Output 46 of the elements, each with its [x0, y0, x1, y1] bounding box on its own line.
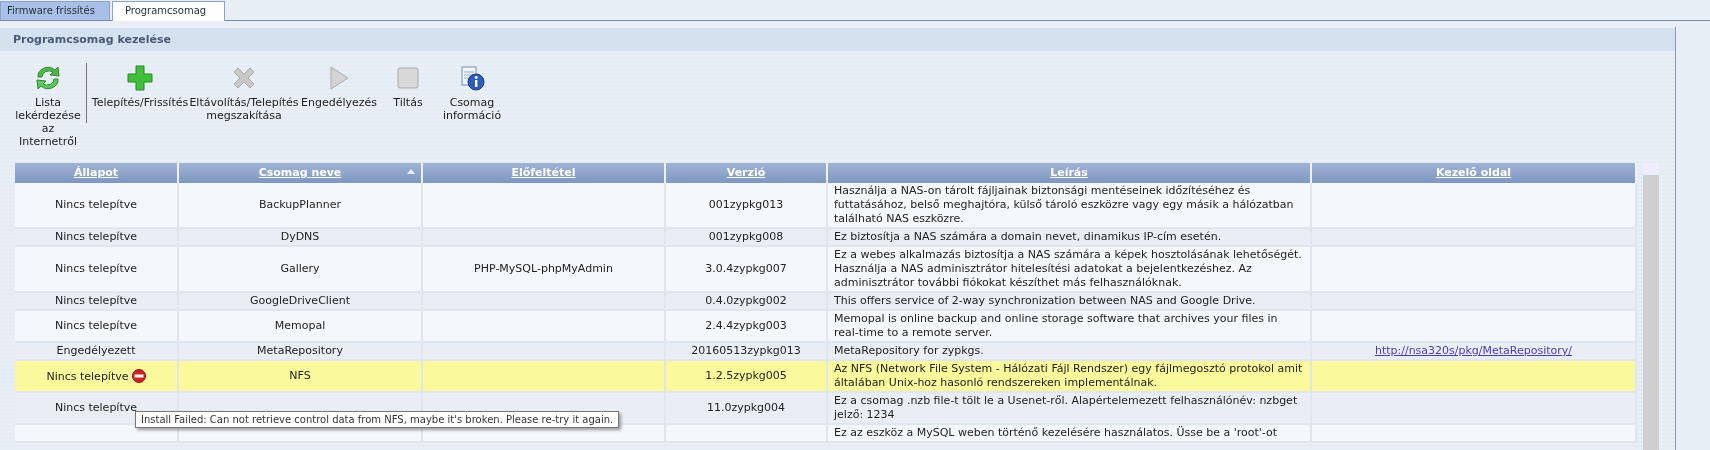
description-cell: MetaRepository for zypkgs.	[834, 344, 984, 357]
info-icon	[458, 64, 486, 92]
version-cell: 3.0.4zypkg007	[705, 262, 787, 275]
error-tooltip: Install Failed: Can not retrieve control data from NFS, maybe it's broken. Please re-try it again.	[135, 411, 620, 428]
description-cell: Az NFS (Network File System - Hálózati Fájl Rendszer) egy fájlmegosztó protokol amit általában Unix-hoz hasonló rendszereken implementálnak.	[834, 362, 1303, 389]
plus-icon	[126, 64, 154, 92]
name-cell: DyDNS	[280, 230, 320, 243]
status-cell: Engedélyezett	[56, 344, 136, 357]
name-cell: Gallery	[280, 262, 320, 275]
description-cell: Ez az eszköz a MySQL weben történő kezelésére használatos. Üsse be a 'root'-ot	[834, 426, 1278, 439]
version-cell: 001zypkg008	[708, 230, 784, 243]
name-cell: BackupPlanner	[259, 198, 341, 211]
toolbar-button[interactable]: Csomag információ	[437, 63, 507, 122]
description-cell: This offers service of 2-way synchronization between NAS and Google Drive.	[834, 294, 1256, 307]
refresh-icon	[33, 64, 63, 92]
status-cell: Nincs telepítve	[54, 198, 138, 211]
play-icon	[328, 65, 350, 91]
description-cell: Ez a webes alkalmazás biztosítja a NAS számára a képek hosztolásának lehetőségét. Használja a NAS adminisztrátor hitelesítési adatokat a bejelentkezéshez. Az adminisztrátor további fiókokat készíthet más felhasználóknak.	[834, 248, 1302, 289]
description-cell: Ez a csomag .nzb file-t tölt le a Usenet-ről. Alapértelemezett felhasználónév: nzbget jelző: 1234	[834, 394, 1298, 421]
version-cell: 001zypkg013	[708, 198, 784, 211]
version-cell: 1.2.5zypkg005	[705, 369, 787, 382]
status-cell: Nincs telepítve	[54, 230, 138, 243]
name-cell: GoogleDriveClient	[250, 294, 350, 307]
version-cell: 0.4.0zypkg002	[705, 294, 787, 307]
version-cell: 11.0zypkg004	[706, 401, 786, 414]
status-cell: Nincs telepítve	[54, 401, 138, 414]
name-cell: MetaRepository	[257, 344, 343, 357]
status-cell: Nincs telepítve	[54, 319, 138, 332]
version-cell: 20160513zypkg013	[691, 344, 801, 357]
prerequisite-cell: PHP-MySQL-phpMyAdmin	[474, 262, 613, 275]
toolbar-button[interactable]: Lista lekérdezése az Internetről	[14, 63, 82, 148]
tab[interactable]: Programcsomag	[111, 1, 226, 21]
toolbar-button[interactable]: Telepítés/Frissítés	[91, 63, 189, 109]
tab[interactable]: Firmware frissítés	[0, 1, 110, 20]
scrollbar[interactable]	[1643, 163, 1659, 450]
description-cell: Használja a NAS-on tárolt fájljainak biztonsági mentéseinek időzítéséhez és futtatásához, belső meghajtóra, külső tároló eszközre vagy egy másik a hálózatban található NAS eszközre.	[834, 184, 1294, 225]
name-cell: Memopal	[274, 319, 326, 332]
status-cell: Nincs telepítve	[46, 369, 129, 383]
version-cell: 2.4.4zypkg003	[705, 319, 787, 332]
name-cell: NFS	[289, 369, 311, 382]
panel-title: Programcsomag kezelése	[0, 28, 1675, 51]
description-cell: Memopal is online backup and online storage software that archives your files in real-time to a remote server.	[834, 312, 1278, 339]
stop-icon	[396, 66, 420, 90]
status-cell: Nincs telepítve	[54, 294, 138, 307]
status-cell: Nincs telepítve	[54, 262, 138, 275]
description-cell: Ez biztosítja a NAS számára a domain nevet, dinamikus IP-cím esetén.	[834, 230, 1222, 243]
